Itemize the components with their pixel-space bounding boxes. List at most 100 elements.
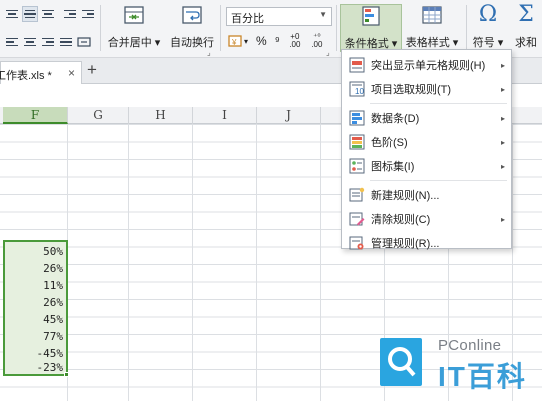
alignment-group bbox=[4, 6, 96, 62]
cell-value[interactable]: 45% bbox=[7, 311, 63, 328]
align-middle-button[interactable] bbox=[22, 6, 38, 22]
number-format-select[interactable]: 百分比 ▼ bbox=[226, 7, 332, 26]
conditional-format-button[interactable]: 条件格式 ▾ bbox=[340, 4, 402, 52]
column-header-h[interactable]: H bbox=[129, 107, 193, 124]
distributed-icon bbox=[77, 37, 91, 47]
dialog-launcher-icon[interactable]: ⌟ bbox=[207, 48, 211, 57]
align-left-button[interactable] bbox=[4, 34, 20, 50]
new-rule-icon bbox=[349, 187, 365, 202]
menu-divider bbox=[370, 180, 507, 181]
submenu-arrow-icon: ▸ bbox=[500, 84, 505, 94]
menu-divider bbox=[370, 103, 507, 104]
align-bottom-button[interactable] bbox=[40, 6, 56, 22]
align-center-button[interactable] bbox=[22, 34, 38, 50]
menu-item-data-bars[interactable]: 数据条(D) ▸ bbox=[342, 106, 511, 130]
cell-value[interactable]: 77% bbox=[7, 328, 63, 345]
table-style-label: 表格样式 bbox=[405, 37, 450, 49]
data-bars-icon bbox=[349, 110, 365, 126]
clear-rules-icon bbox=[349, 212, 365, 226]
merge-center-label: 合并居中 bbox=[107, 37, 152, 49]
submenu-arrow-icon: ▸ bbox=[500, 113, 505, 123]
submenu-arrow-icon: ▸ bbox=[500, 161, 505, 171]
increase-indent-button[interactable] bbox=[80, 6, 96, 22]
selected-cell-range[interactable]: 50% 26% 11% 26% 45% 77% -45% -23% bbox=[3, 240, 68, 376]
autosum-button[interactable]: Σ 求和 bbox=[510, 4, 542, 52]
watermark-line1: PConline bbox=[438, 337, 502, 354]
watermark-line2: IT百科 bbox=[438, 361, 527, 392]
distributed-button[interactable] bbox=[76, 34, 92, 50]
decrease-decimal-button[interactable]: ⁺⁰ .00 bbox=[310, 33, 324, 49]
table-style-icon bbox=[422, 6, 442, 24]
file-tab[interactable]: 工作表.xls * × bbox=[0, 61, 82, 84]
submenu-arrow-icon: ▸ bbox=[500, 60, 505, 70]
menu-item-top-bottom-rules[interactable]: 10 项目选取规则(T) ▸ bbox=[342, 77, 511, 101]
number-format-buttons: ¥ ▾ % ⁹ +0 .00 ⁺⁰ .00 bbox=[228, 31, 324, 51]
cell-value[interactable]: 26% bbox=[7, 260, 63, 277]
icon-sets-icon bbox=[349, 158, 365, 174]
wrap-text-button[interactable]: 自动换行 bbox=[168, 4, 216, 52]
menu-item-color-scales[interactable]: 色阶(S) ▸ bbox=[342, 130, 511, 154]
svg-text:10: 10 bbox=[355, 87, 364, 96]
new-tab-button[interactable]: + bbox=[87, 60, 97, 80]
sigma-icon: Σ bbox=[518, 4, 534, 27]
currency-button[interactable]: ¥ ▾ bbox=[228, 34, 248, 48]
cell-value[interactable]: -23% bbox=[7, 359, 64, 376]
column-header-j[interactable]: J bbox=[257, 107, 321, 124]
column-header-i[interactable]: I bbox=[193, 107, 257, 124]
align-top-button[interactable] bbox=[4, 6, 20, 22]
magnifier-logo-icon bbox=[388, 347, 416, 377]
number-format-value: 百分比 bbox=[231, 13, 264, 25]
highlight-rules-icon bbox=[349, 57, 365, 73]
align-right-button[interactable] bbox=[40, 34, 56, 50]
merge-center-button[interactable]: 合并居中 ▾ bbox=[106, 4, 162, 52]
svg-text:¥: ¥ bbox=[231, 38, 237, 47]
percent-button[interactable]: % bbox=[256, 34, 267, 48]
menu-item-manage-rules[interactable]: 管理规则(R)... bbox=[342, 231, 511, 255]
symbol-button[interactable]: Ω 符号 ▾ bbox=[470, 4, 506, 52]
currency-icon: ¥ bbox=[228, 35, 242, 47]
menu-item-icon-sets[interactable]: 图标集(I) ▸ bbox=[342, 154, 511, 178]
menu-item-label: 色阶(S) bbox=[371, 137, 408, 149]
decrease-decimal-label: ⁺⁰ .00 bbox=[311, 32, 323, 49]
menu-item-label: 突出显示单元格规则(H) bbox=[371, 60, 486, 72]
increase-decimal-label: +0 .00 bbox=[289, 32, 301, 49]
ribbon-divider bbox=[100, 5, 101, 51]
thousands-separator-button[interactable]: ⁹ bbox=[275, 34, 280, 48]
menu-item-label: 数据条(D) bbox=[371, 113, 420, 125]
column-header-f[interactable]: F bbox=[3, 107, 68, 124]
cell-value[interactable]: 50% bbox=[7, 243, 63, 260]
menu-item-label: 项目选取规则(T) bbox=[371, 84, 452, 96]
menu-item-highlight-rules[interactable]: 突出显示单元格规则(H) ▸ bbox=[342, 53, 511, 77]
file-tab-label: 工作表.xls * bbox=[0, 70, 52, 82]
menu-item-label: 管理规则(R)... bbox=[371, 238, 440, 250]
fill-handle[interactable] bbox=[64, 372, 69, 377]
dialog-launcher-icon[interactable]: ⌟ bbox=[326, 48, 330, 57]
close-icon[interactable]: × bbox=[68, 66, 75, 80]
pconline-watermark: PConline IT百科 bbox=[380, 333, 540, 393]
table-style-button[interactable]: 表格样式 ▾ bbox=[404, 4, 460, 52]
merge-cells-icon bbox=[124, 6, 144, 24]
pconline-logo bbox=[380, 338, 422, 386]
symbol-label: 符号 bbox=[472, 37, 495, 49]
decrease-indent-button[interactable] bbox=[62, 6, 78, 22]
increase-decimal-button[interactable]: +0 .00 bbox=[288, 33, 302, 49]
cell-value[interactable]: 11% bbox=[7, 277, 63, 294]
menu-item-clear-rules[interactable]: 清除规则(C) ▸ bbox=[342, 207, 511, 231]
submenu-arrow-icon: ▸ bbox=[500, 137, 505, 147]
justify-button[interactable] bbox=[58, 34, 74, 50]
conditional-format-menu: 突出显示单元格规则(H) ▸ 10 项目选取规则(T) ▸ 数据条(D) ▸ 色… bbox=[341, 49, 512, 250]
menu-item-label: 清除规则(C) bbox=[371, 214, 431, 226]
menu-item-label: 新建规则(N)... bbox=[371, 190, 440, 202]
column-header-g[interactable]: G bbox=[68, 107, 129, 124]
omega-icon: Ω bbox=[478, 2, 498, 27]
ribbon-divider bbox=[466, 5, 467, 51]
top-bottom-rules-icon: 10 bbox=[349, 81, 365, 97]
menu-item-new-rule[interactable]: 新建规则(N)... bbox=[342, 183, 511, 207]
wrap-text-icon bbox=[182, 6, 202, 24]
color-scales-icon bbox=[349, 134, 365, 150]
chevron-down-icon: ▾ bbox=[244, 36, 249, 46]
ribbon-divider bbox=[220, 5, 221, 51]
manage-rules-icon bbox=[349, 236, 364, 250]
cell-value[interactable]: 26% bbox=[7, 294, 63, 311]
submenu-arrow-icon: ▸ bbox=[500, 214, 505, 224]
